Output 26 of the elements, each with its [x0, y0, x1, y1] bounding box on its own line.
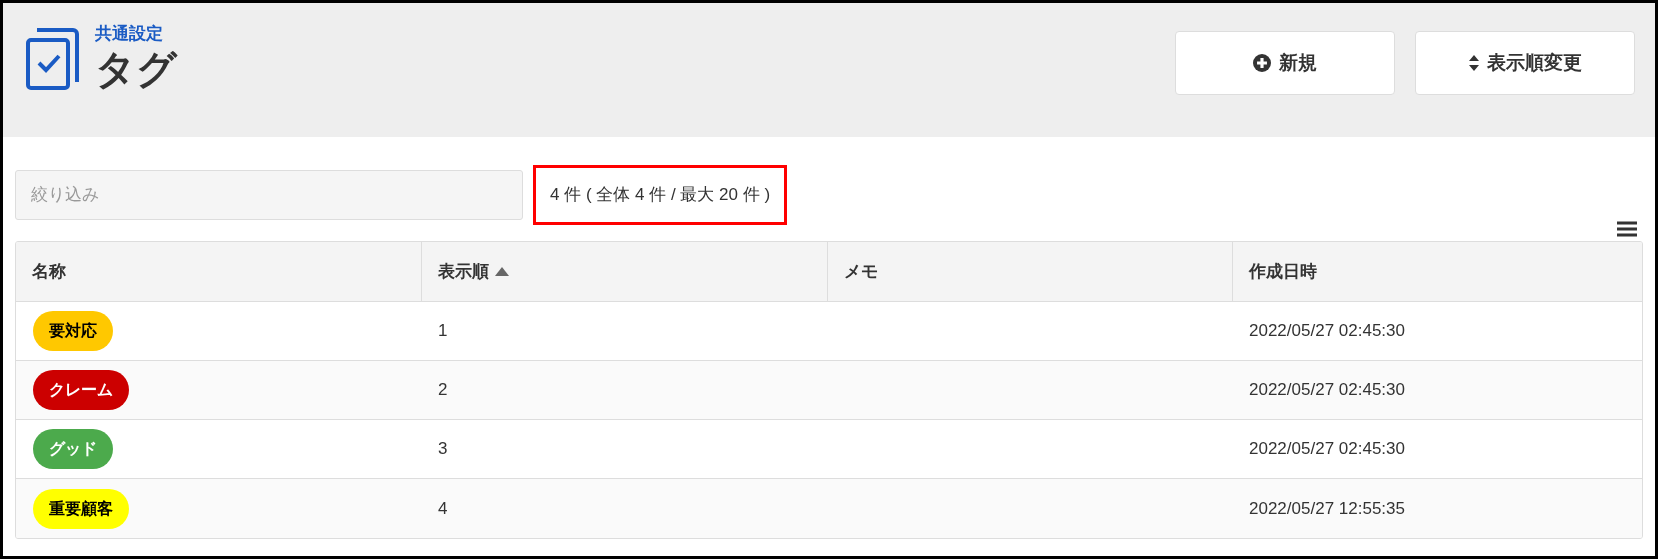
- result-count: 4 件 ( 全体 4 件 / 最大 20 件 ): [533, 165, 788, 225]
- table-cell-text: 2022/05/27 02:45:30: [1249, 438, 1405, 461]
- tag-label: 重要顧客: [33, 488, 129, 529]
- tag-label: 要対応: [33, 311, 113, 351]
- table-cell-text: 2: [438, 379, 448, 402]
- checkbox-pages-icon: [25, 25, 81, 92]
- column-header[interactable]: メモ: [827, 242, 1232, 301]
- table-cell-text: 1: [438, 320, 448, 343]
- tag-label: グッド: [33, 429, 113, 469]
- page-title: タグ: [95, 46, 177, 94]
- breadcrumb: 共通設定: [95, 23, 164, 45]
- table-cell-text: 2022/05/27 12:55:35: [1249, 497, 1405, 520]
- sort-icon: [1468, 55, 1479, 71]
- filter-field[interactable]: 絞り込み: [15, 170, 523, 220]
- table-cell-text: 2022/05/27 02:45:30: [1249, 320, 1405, 343]
- table-cell-text: 4: [438, 497, 448, 520]
- new-button[interactable]: 新規: [1175, 31, 1395, 95]
- plus-circle-icon: [1253, 54, 1271, 72]
- reorder-button[interactable]: 表示順変更: [1415, 31, 1635, 95]
- table-cell-text: 2022/05/27 02:45:30: [1249, 379, 1405, 402]
- column-header[interactable]: 表示順: [421, 242, 827, 301]
- tag-label: クレーム: [33, 370, 129, 410]
- column-header[interactable]: 名称: [16, 242, 421, 301]
- column-header[interactable]: 作成日時: [1232, 242, 1642, 301]
- menu-icon[interactable]: [1617, 221, 1637, 237]
- table-cell-text: 3: [438, 438, 448, 461]
